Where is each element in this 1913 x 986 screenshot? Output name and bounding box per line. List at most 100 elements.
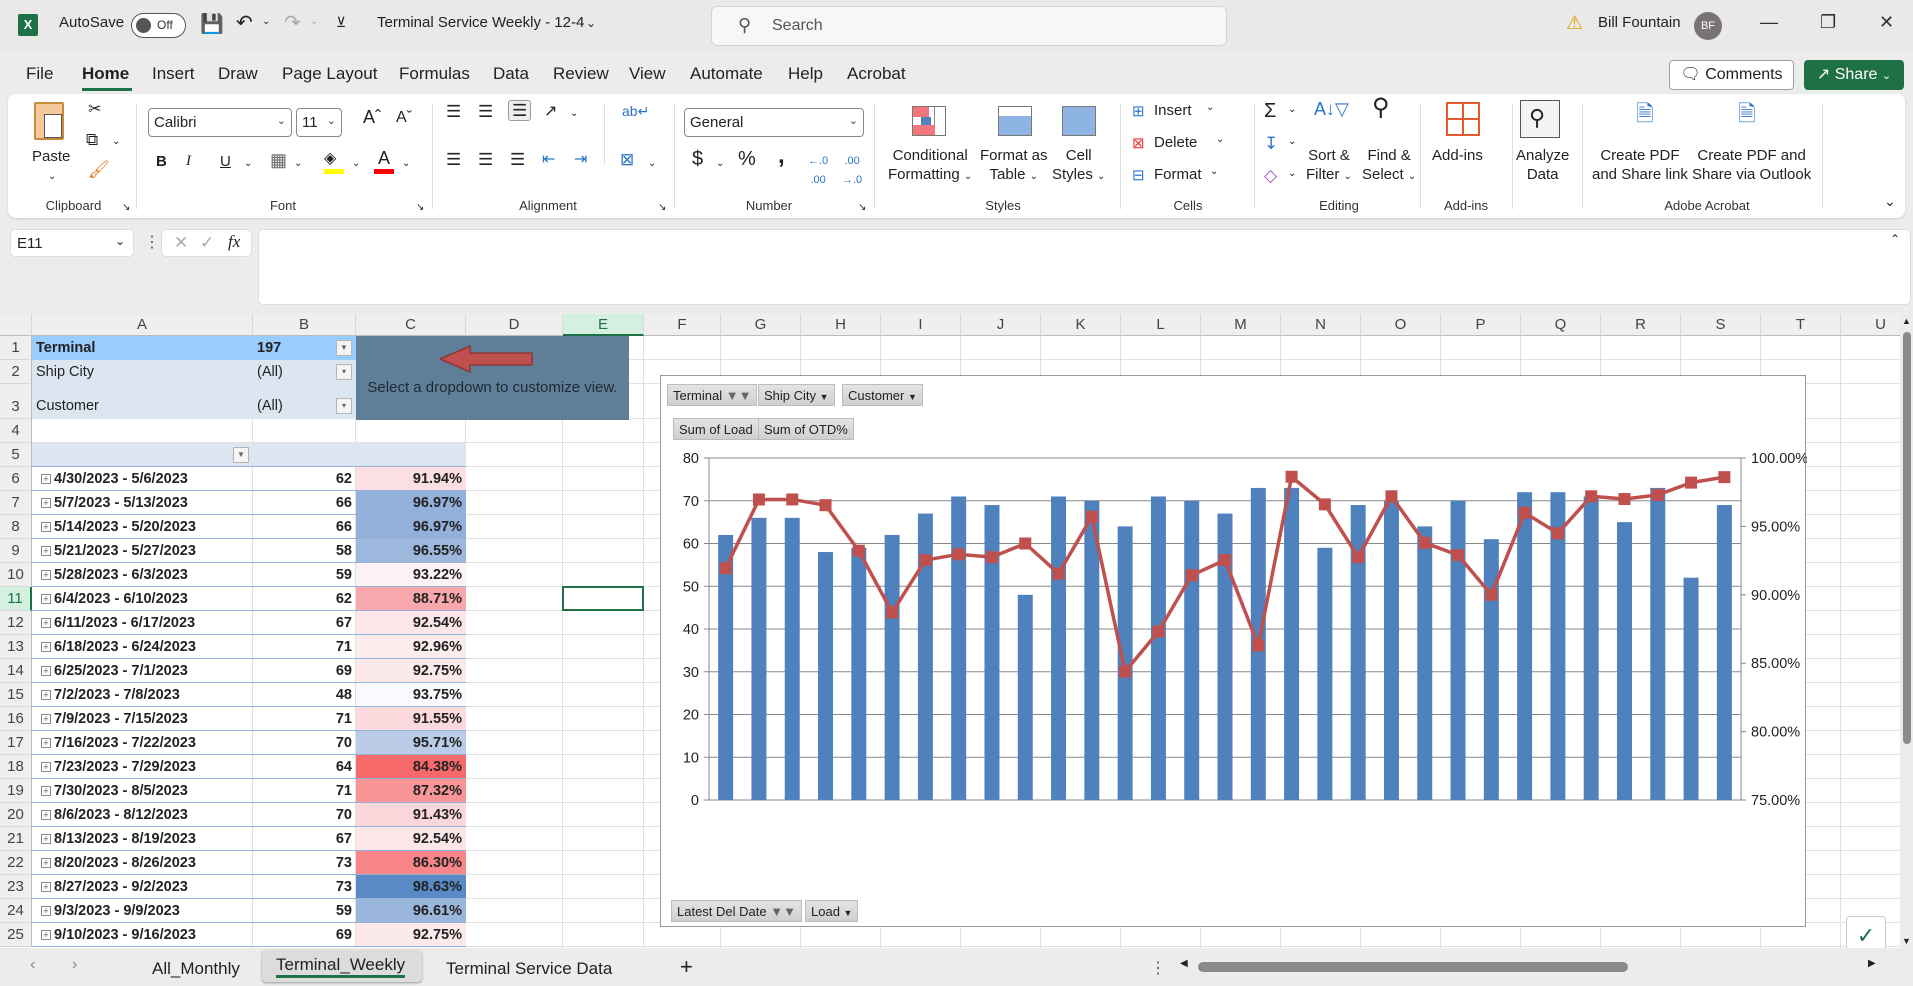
document-title[interactable]: Terminal Service Weekly - 12-4 <box>377 14 584 31</box>
horizontal-scrollbar[interactable]: ◀ ▶ <box>1180 958 1880 976</box>
filter-applied-dropdown[interactable]: ▼ <box>336 340 352 356</box>
create-pdf-share-link-button[interactable]: Create PDF and Share link <box>1592 146 1688 184</box>
column-header-h[interactable]: H <box>801 314 881 336</box>
undo-icon[interactable]: ↶ <box>236 10 253 35</box>
decrease-font-icon[interactable]: Aˇ <box>396 108 412 127</box>
row-header-5[interactable]: 5 <box>0 443 32 467</box>
row-header-19[interactable]: 19 <box>0 779 32 803</box>
column-header-k[interactable]: K <box>1041 314 1121 336</box>
row-header-17[interactable]: 17 <box>0 731 32 755</box>
share-dropdown-icon[interactable]: ⌄ <box>1882 70 1891 82</box>
row-header-4[interactable]: 4 <box>0 419 32 443</box>
sort-filter-icon[interactable]: A↓▽ <box>1314 100 1349 119</box>
row-header-9[interactable]: 9 <box>0 539 32 563</box>
redo-dropdown-icon[interactable]: ⌄ <box>310 16 318 27</box>
analyze-data-icon[interactable]: ⚲ <box>1520 100 1560 138</box>
paste-icon[interactable] <box>34 102 64 140</box>
share-button[interactable]: ↗ Share ⌄ <box>1804 60 1904 90</box>
scroll-down-icon[interactable]: ▼ <box>1902 936 1911 946</box>
tab-scroll-right-icon[interactable]: › <box>72 956 77 974</box>
create-pdf-outlook-button[interactable]: Create PDF and Share via Outlook <box>1692 146 1811 184</box>
row-header-20[interactable]: 20 <box>0 803 32 827</box>
menu-insert[interactable]: Insert <box>152 64 195 84</box>
customize-qat-icon[interactable]: ⊻ <box>336 14 346 31</box>
menu-draw[interactable]: Draw <box>218 64 258 84</box>
underline-button[interactable]: U <box>220 152 231 171</box>
clear-dropdown-icon[interactable]: ⌄ <box>1288 168 1296 179</box>
row-labels-filter-button[interactable]: ▼ <box>233 447 249 463</box>
menu-page-layout[interactable]: Page Layout <box>282 64 377 84</box>
insert-function-icon[interactable]: fx <box>228 232 240 252</box>
pivot-chart[interactable]: Terminal ▼▼ Ship City ▼ Customer ▼ Sum o… <box>660 375 1807 927</box>
row-header-1[interactable]: 1 <box>0 336 32 360</box>
warning-icon[interactable]: ⚠ <box>1566 12 1583 35</box>
insert-dropdown-icon[interactable]: ⌄ <box>1206 102 1214 113</box>
column-header-o[interactable]: O <box>1361 314 1441 336</box>
row-header-23[interactable]: 23 <box>0 875 32 899</box>
column-header-m[interactable]: M <box>1201 314 1281 336</box>
add-sheet-button[interactable]: + <box>680 954 693 980</box>
increase-indent-icon[interactable]: ⇥ <box>574 150 587 169</box>
orientation-icon[interactable]: ↗ <box>544 102 557 121</box>
analyze-data-button[interactable]: Analyze Data <box>1516 146 1569 184</box>
format-cells-button[interactable]: Format <box>1154 166 1202 183</box>
format-painter-icon[interactable]: 🖌 <box>88 160 110 179</box>
copy-dropdown-icon[interactable]: ⌄ <box>112 132 120 151</box>
save-icon[interactable]: 💾 <box>200 12 224 36</box>
scroll-right-icon[interactable]: ▶ <box>1868 958 1876 969</box>
row-header-3[interactable]: 3 <box>0 384 32 419</box>
font-launcher-icon[interactable]: ↘ <box>416 198 424 217</box>
column-header-f[interactable]: F <box>644 314 721 336</box>
copy-icon[interactable]: ⧉ <box>86 130 98 149</box>
fill-icon[interactable]: ↧ <box>1264 134 1278 154</box>
avatar[interactable]: BF <box>1694 12 1722 40</box>
worksheet-grid[interactable]: A B C D E F G H I J K L M N O P Q R S T U 1 2 3 4 5 6 7 8 9 10 11 12 13 14… <box>0 314 1913 956</box>
column-header-n[interactable]: N <box>1281 314 1361 336</box>
cell-styles-icon[interactable] <box>1062 106 1096 136</box>
decrease-decimal-icon[interactable]: .00 →.0 <box>842 152 862 190</box>
sort-filter-button[interactable]: Sort & Filter ⌄ <box>1306 146 1352 186</box>
menu-file[interactable]: File <box>26 64 53 84</box>
addins-button[interactable]: Add-ins <box>1432 146 1483 165</box>
merge-center-icon[interactable]: ⊠ <box>620 150 634 169</box>
redo-icon[interactable]: ↷ <box>284 10 301 35</box>
comments-button[interactable]: 🗨 Comments <box>1669 60 1794 90</box>
filter-dropdown[interactable]: ▾ <box>336 398 352 414</box>
number-format-combo[interactable]: General ⌄ <box>684 108 864 137</box>
menu-automate[interactable]: Automate <box>690 64 763 84</box>
collapse-ribbon-icon[interactable]: ⌄ <box>1884 192 1896 211</box>
column-header-a[interactable]: A <box>32 314 253 336</box>
vertical-scrollbar[interactable]: ▲ ▼ <box>1900 314 1913 948</box>
column-header-l[interactable]: L <box>1121 314 1201 336</box>
font-name-combo[interactable]: Calibri ⌄ <box>148 108 292 137</box>
row-header-15[interactable]: 15 <box>0 683 32 707</box>
select-all-corner[interactable] <box>0 314 32 336</box>
alignment-launcher-icon[interactable]: ↘ <box>658 198 666 217</box>
orientation-dropdown-icon[interactable]: ⌄ <box>570 104 578 123</box>
font-size-combo[interactable]: 11 ⌄ <box>296 108 342 137</box>
formula-input[interactable] <box>258 229 1911 305</box>
row-header-22[interactable]: 22 <box>0 851 32 875</box>
column-header-c[interactable]: C <box>356 314 466 336</box>
row-header-12[interactable]: 12 <box>0 611 32 635</box>
increase-decimal-icon[interactable]: ←.0.00 <box>808 152 828 190</box>
italic-button[interactable]: I <box>186 152 191 171</box>
row-header-24[interactable]: 24 <box>0 899 32 923</box>
align-top-icon[interactable]: ☰ <box>446 102 461 121</box>
row-header-10[interactable]: 10 <box>0 563 32 587</box>
align-left-icon[interactable]: ☰ <box>446 150 461 169</box>
menu-review[interactable]: Review <box>553 64 609 84</box>
menu-acrobat[interactable]: Acrobat <box>847 64 906 84</box>
addins-icon[interactable] <box>1446 102 1480 136</box>
sheet-tab-all-monthly[interactable]: All_Monthly <box>152 959 240 979</box>
clear-icon[interactable]: ◇ <box>1264 166 1277 186</box>
menu-formulas[interactable]: Formulas <box>399 64 470 84</box>
row-header-13[interactable]: 13 <box>0 635 32 659</box>
scroll-up-icon[interactable]: ▲ <box>1902 316 1911 326</box>
delete-dropdown-icon[interactable]: ⌄ <box>1216 134 1224 145</box>
column-header-i[interactable]: I <box>881 314 961 336</box>
column-header-j[interactable]: J <box>961 314 1041 336</box>
row-header-14[interactable]: 14 <box>0 659 32 683</box>
align-middle-icon[interactable]: ☰ <box>478 102 493 121</box>
autosave-toggle[interactable]: Off <box>131 13 186 38</box>
